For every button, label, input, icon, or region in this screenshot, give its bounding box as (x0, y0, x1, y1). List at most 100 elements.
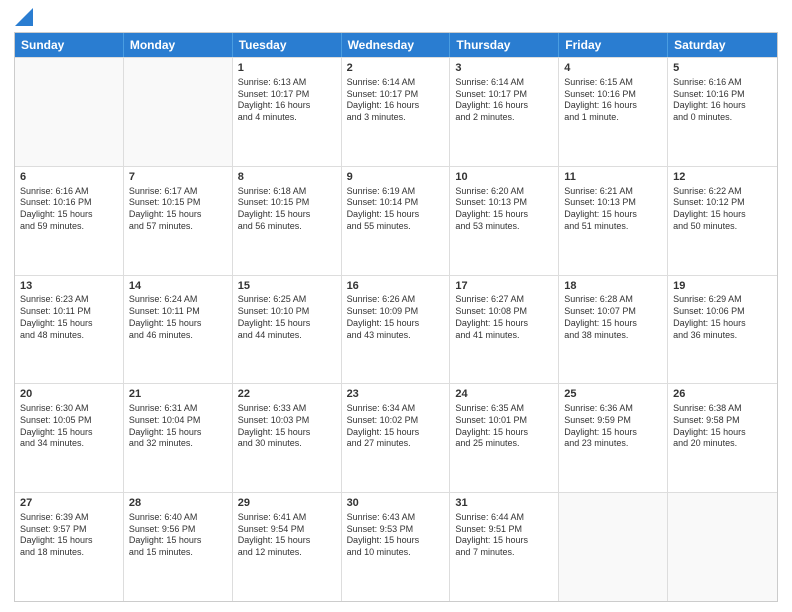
day-info: Sunrise: 6:20 AM Sunset: 10:13 PM Daylig… (455, 186, 553, 233)
table-row (559, 493, 668, 601)
table-row: 10Sunrise: 6:20 AM Sunset: 10:13 PM Dayl… (450, 167, 559, 275)
day-info: Sunrise: 6:31 AM Sunset: 10:04 PM Daylig… (129, 403, 227, 450)
day-number: 26 (673, 387, 772, 402)
day-number: 31 (455, 496, 553, 511)
day-number: 27 (20, 496, 118, 511)
table-row: 3Sunrise: 6:14 AM Sunset: 10:17 PM Dayli… (450, 58, 559, 166)
day-number: 8 (238, 170, 336, 185)
day-number: 14 (129, 279, 227, 294)
header-sunday: Sunday (15, 33, 124, 57)
day-info: Sunrise: 6:14 AM Sunset: 10:17 PM Daylig… (347, 77, 445, 124)
day-number: 20 (20, 387, 118, 402)
day-info: Sunrise: 6:38 AM Sunset: 9:58 PM Dayligh… (673, 403, 772, 450)
day-number: 3 (455, 61, 553, 76)
day-info: Sunrise: 6:23 AM Sunset: 10:11 PM Daylig… (20, 294, 118, 341)
table-row: 20Sunrise: 6:30 AM Sunset: 10:05 PM Dayl… (15, 384, 124, 492)
table-row: 5Sunrise: 6:16 AM Sunset: 10:16 PM Dayli… (668, 58, 777, 166)
day-info: Sunrise: 6:33 AM Sunset: 10:03 PM Daylig… (238, 403, 336, 450)
table-row: 16Sunrise: 6:26 AM Sunset: 10:09 PM Dayl… (342, 276, 451, 384)
day-number: 13 (20, 279, 118, 294)
header-wednesday: Wednesday (342, 33, 451, 57)
day-number: 7 (129, 170, 227, 185)
header-tuesday: Tuesday (233, 33, 342, 57)
day-number: 6 (20, 170, 118, 185)
table-row (15, 58, 124, 166)
calendar-row-2: 6Sunrise: 6:16 AM Sunset: 10:16 PM Dayli… (15, 166, 777, 275)
table-row: 2Sunrise: 6:14 AM Sunset: 10:17 PM Dayli… (342, 58, 451, 166)
table-row: 26Sunrise: 6:38 AM Sunset: 9:58 PM Dayli… (668, 384, 777, 492)
day-number: 21 (129, 387, 227, 402)
table-row: 27Sunrise: 6:39 AM Sunset: 9:57 PM Dayli… (15, 493, 124, 601)
day-info: Sunrise: 6:16 AM Sunset: 10:16 PM Daylig… (20, 186, 118, 233)
table-row: 15Sunrise: 6:25 AM Sunset: 10:10 PM Dayl… (233, 276, 342, 384)
day-number: 10 (455, 170, 553, 185)
table-row: 23Sunrise: 6:34 AM Sunset: 10:02 PM Dayl… (342, 384, 451, 492)
day-info: Sunrise: 6:22 AM Sunset: 10:12 PM Daylig… (673, 186, 772, 233)
day-number: 16 (347, 279, 445, 294)
calendar-row-1: 1Sunrise: 6:13 AM Sunset: 10:17 PM Dayli… (15, 57, 777, 166)
day-info: Sunrise: 6:41 AM Sunset: 9:54 PM Dayligh… (238, 512, 336, 559)
calendar-row-5: 27Sunrise: 6:39 AM Sunset: 9:57 PM Dayli… (15, 492, 777, 601)
day-info: Sunrise: 6:25 AM Sunset: 10:10 PM Daylig… (238, 294, 336, 341)
day-number: 17 (455, 279, 553, 294)
day-number: 1 (238, 61, 336, 76)
table-row: 14Sunrise: 6:24 AM Sunset: 10:11 PM Dayl… (124, 276, 233, 384)
day-number: 28 (129, 496, 227, 511)
table-row: 13Sunrise: 6:23 AM Sunset: 10:11 PM Dayl… (15, 276, 124, 384)
day-number: 4 (564, 61, 662, 76)
calendar-row-3: 13Sunrise: 6:23 AM Sunset: 10:11 PM Dayl… (15, 275, 777, 384)
day-number: 19 (673, 279, 772, 294)
day-info: Sunrise: 6:27 AM Sunset: 10:08 PM Daylig… (455, 294, 553, 341)
table-row: 7Sunrise: 6:17 AM Sunset: 10:15 PM Dayli… (124, 167, 233, 275)
day-info: Sunrise: 6:13 AM Sunset: 10:17 PM Daylig… (238, 77, 336, 124)
day-number: 5 (673, 61, 772, 76)
day-info: Sunrise: 6:40 AM Sunset: 9:56 PM Dayligh… (129, 512, 227, 559)
table-row (124, 58, 233, 166)
day-number: 12 (673, 170, 772, 185)
table-row: 31Sunrise: 6:44 AM Sunset: 9:51 PM Dayli… (450, 493, 559, 601)
day-info: Sunrise: 6:29 AM Sunset: 10:06 PM Daylig… (673, 294, 772, 341)
day-info: Sunrise: 6:15 AM Sunset: 10:16 PM Daylig… (564, 77, 662, 124)
table-row: 1Sunrise: 6:13 AM Sunset: 10:17 PM Dayli… (233, 58, 342, 166)
table-row: 29Sunrise: 6:41 AM Sunset: 9:54 PM Dayli… (233, 493, 342, 601)
logo-icon (15, 8, 33, 26)
calendar-header: Sunday Monday Tuesday Wednesday Thursday… (15, 33, 777, 57)
table-row: 8Sunrise: 6:18 AM Sunset: 10:15 PM Dayli… (233, 167, 342, 275)
table-row: 9Sunrise: 6:19 AM Sunset: 10:14 PM Dayli… (342, 167, 451, 275)
day-info: Sunrise: 6:14 AM Sunset: 10:17 PM Daylig… (455, 77, 553, 124)
day-info: Sunrise: 6:43 AM Sunset: 9:53 PM Dayligh… (347, 512, 445, 559)
table-row: 11Sunrise: 6:21 AM Sunset: 10:13 PM Dayl… (559, 167, 668, 275)
day-info: Sunrise: 6:36 AM Sunset: 9:59 PM Dayligh… (564, 403, 662, 450)
table-row: 19Sunrise: 6:29 AM Sunset: 10:06 PM Dayl… (668, 276, 777, 384)
day-info: Sunrise: 6:39 AM Sunset: 9:57 PM Dayligh… (20, 512, 118, 559)
table-row: 18Sunrise: 6:28 AM Sunset: 10:07 PM Dayl… (559, 276, 668, 384)
day-number: 9 (347, 170, 445, 185)
day-number: 22 (238, 387, 336, 402)
calendar-row-4: 20Sunrise: 6:30 AM Sunset: 10:05 PM Dayl… (15, 383, 777, 492)
table-row: 30Sunrise: 6:43 AM Sunset: 9:53 PM Dayli… (342, 493, 451, 601)
header-thursday: Thursday (450, 33, 559, 57)
table-row: 4Sunrise: 6:15 AM Sunset: 10:16 PM Dayli… (559, 58, 668, 166)
header-saturday: Saturday (668, 33, 777, 57)
header-friday: Friday (559, 33, 668, 57)
day-info: Sunrise: 6:44 AM Sunset: 9:51 PM Dayligh… (455, 512, 553, 559)
header-monday: Monday (124, 33, 233, 57)
day-number: 18 (564, 279, 662, 294)
day-info: Sunrise: 6:26 AM Sunset: 10:09 PM Daylig… (347, 294, 445, 341)
table-row: 6Sunrise: 6:16 AM Sunset: 10:16 PM Dayli… (15, 167, 124, 275)
day-info: Sunrise: 6:16 AM Sunset: 10:16 PM Daylig… (673, 77, 772, 124)
day-info: Sunrise: 6:19 AM Sunset: 10:14 PM Daylig… (347, 186, 445, 233)
calendar: Sunday Monday Tuesday Wednesday Thursday… (14, 32, 778, 602)
table-row: 28Sunrise: 6:40 AM Sunset: 9:56 PM Dayli… (124, 493, 233, 601)
day-number: 15 (238, 279, 336, 294)
day-number: 11 (564, 170, 662, 185)
table-row: 24Sunrise: 6:35 AM Sunset: 10:01 PM Dayl… (450, 384, 559, 492)
day-info: Sunrise: 6:34 AM Sunset: 10:02 PM Daylig… (347, 403, 445, 450)
table-row: 21Sunrise: 6:31 AM Sunset: 10:04 PM Dayl… (124, 384, 233, 492)
day-info: Sunrise: 6:28 AM Sunset: 10:07 PM Daylig… (564, 294, 662, 341)
day-info: Sunrise: 6:21 AM Sunset: 10:13 PM Daylig… (564, 186, 662, 233)
table-row: 25Sunrise: 6:36 AM Sunset: 9:59 PM Dayli… (559, 384, 668, 492)
day-info: Sunrise: 6:17 AM Sunset: 10:15 PM Daylig… (129, 186, 227, 233)
day-number: 30 (347, 496, 445, 511)
header (14, 10, 778, 26)
